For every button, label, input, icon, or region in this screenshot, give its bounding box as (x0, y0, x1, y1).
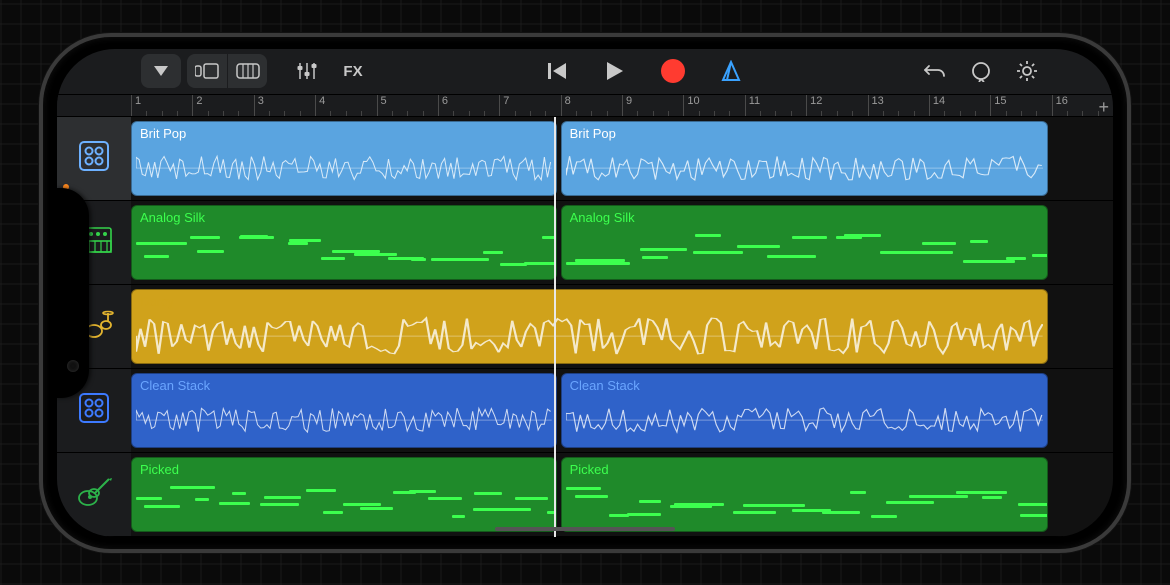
region-label: Analog Silk (570, 210, 635, 225)
undo-icon (923, 62, 947, 80)
region[interactable]: Clean Stack (131, 373, 557, 448)
region[interactable]: Brit Pop (131, 121, 557, 196)
region-label: Clean Stack (570, 378, 640, 393)
record-icon (661, 59, 685, 83)
home-indicator[interactable] (495, 527, 675, 531)
region-label: Analog Silk (140, 210, 205, 225)
settings-button[interactable] (1007, 54, 1047, 88)
waveform (566, 400, 1043, 440)
region-label: Brit Pop (140, 126, 186, 141)
device-notch (57, 188, 89, 398)
keyboard-icon (236, 63, 260, 79)
midi-notes (566, 230, 1043, 273)
transport-controls (537, 54, 751, 88)
region-label: Clean Stack (140, 378, 210, 393)
fx-button[interactable]: FX (333, 54, 373, 88)
rewind-icon (546, 61, 568, 81)
sliders-icon (296, 61, 318, 81)
track-header[interactable] (57, 453, 131, 537)
view-toggle-group (187, 54, 267, 88)
region-label: Picked (140, 462, 179, 477)
amp-icon (77, 139, 111, 178)
browser-icon (195, 63, 219, 79)
region[interactable]: Clean Stack (561, 373, 1048, 448)
metronome-icon (720, 60, 742, 82)
waveform (136, 148, 552, 188)
region-label: Brit Pop (570, 126, 616, 141)
track-lane[interactable]: Picked Picked (131, 453, 1113, 537)
region[interactable]: Analog Silk (561, 205, 1048, 280)
fx-label: FX (343, 63, 362, 80)
region[interactable]: Darcy (131, 289, 1048, 364)
midi-notes (136, 230, 552, 273)
region-label: Picked (570, 462, 609, 477)
track-lane[interactable]: Brit Pop Brit Pop (131, 117, 1113, 201)
region[interactable]: Analog Silk (131, 205, 557, 280)
waveform (136, 400, 552, 440)
track-lane[interactable]: Clean Stack Clean Stack (131, 369, 1113, 453)
undo-button[interactable] (915, 54, 955, 88)
play-icon (605, 60, 625, 82)
loop-button[interactable] (961, 54, 1001, 88)
ruler-gutter (57, 95, 131, 116)
region[interactable]: Brit Pop (561, 121, 1048, 196)
waveform (136, 316, 1043, 356)
region-label: Darcy (140, 294, 174, 309)
toolbar: FX (57, 49, 1113, 95)
gear-icon (1016, 60, 1038, 82)
ruler-row: + 12345678910111213141516 (57, 95, 1113, 117)
track-lane[interactable]: Darcy (131, 285, 1113, 369)
mixer-button[interactable] (287, 54, 327, 88)
midi-notes (136, 482, 552, 525)
region[interactable]: Picked (131, 457, 557, 532)
phone-frame: FX (39, 33, 1131, 553)
track-lane[interactable]: Analog Silk Analog Silk (131, 201, 1113, 285)
view-menu-button[interactable] (141, 54, 181, 88)
app-screen: FX (57, 49, 1113, 537)
timeline: Brit Pop Brit Pop Analog Silk Analog Silk Da… (57, 117, 1113, 537)
guitar-icon (75, 476, 113, 513)
browser-view-button[interactable] (187, 54, 227, 88)
region[interactable]: Picked (561, 457, 1048, 532)
midi-notes (566, 482, 1043, 525)
triangle-down-icon (154, 66, 168, 76)
record-button[interactable] (653, 54, 693, 88)
amp-icon (77, 391, 111, 430)
metronome-button[interactable] (711, 54, 751, 88)
instrument-view-button[interactable] (227, 54, 267, 88)
rewind-button[interactable] (537, 54, 577, 88)
waveform (566, 148, 1043, 188)
track-lanes[interactable]: Brit Pop Brit Pop Analog Silk Analog Silk Da… (131, 117, 1113, 537)
loop-icon (970, 60, 992, 82)
timeline-ruler[interactable]: + 12345678910111213141516 (131, 95, 1113, 116)
play-button[interactable] (595, 54, 635, 88)
